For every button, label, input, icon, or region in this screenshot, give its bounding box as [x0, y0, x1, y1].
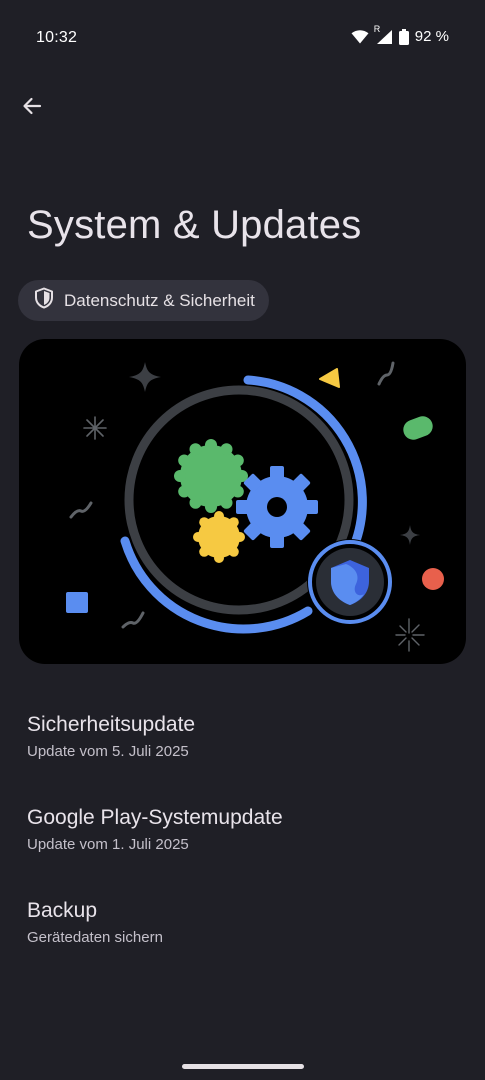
- battery-percent: 92 %: [414, 28, 449, 45]
- yellow-gear-blob: [193, 511, 245, 563]
- yellow-triangle: [319, 368, 340, 388]
- signal-roaming-icon: R: [374, 24, 393, 45]
- item-title: Sicherheitsupdate: [27, 713, 196, 736]
- status-time: 10:32: [36, 29, 78, 46]
- item-title: Google Play-Systemupdate: [27, 806, 283, 829]
- sparkle-icon: [129, 362, 161, 392]
- sparkle-icon: [400, 525, 420, 545]
- squiggle-icon: [69, 501, 93, 519]
- battery-icon: [398, 28, 409, 45]
- gear-icon: [236, 466, 318, 548]
- chip-label: Datenschutz & Sicherheit: [64, 290, 255, 310]
- back-button[interactable]: [14, 90, 50, 126]
- list-item-backup[interactable]: Backup Gerätedaten sichern: [27, 898, 458, 948]
- burst-icon: [83, 416, 107, 440]
- page-title: System & Updates: [27, 203, 362, 247]
- system-updates-illustration: [19, 339, 466, 664]
- arrow-back-icon: [22, 96, 42, 121]
- privacy-security-chip[interactable]: Datenschutz & Sicherheit: [18, 280, 269, 321]
- roaming-mark: R: [373, 23, 381, 34]
- list-item-play-system-update[interactable]: Google Play-Systemupdate Update vom 1. J…: [27, 805, 458, 855]
- status-icons: R 92 %: [351, 24, 449, 45]
- blue-square: [66, 592, 88, 613]
- wifi-icon: [351, 29, 369, 44]
- list-item-security-update[interactable]: Sicherheitsupdate Update vom 5. Juli 202…: [27, 712, 458, 762]
- shield-icon: [34, 287, 54, 314]
- item-title: Backup: [27, 899, 98, 922]
- gesture-nav-handle[interactable]: [182, 1064, 304, 1069]
- item-subtitle: Gerätedaten sichern: [27, 929, 163, 946]
- burst-icon: [395, 618, 425, 652]
- item-subtitle: Update vom 1. Juli 2025: [27, 836, 189, 853]
- squiggle-icon: [121, 611, 145, 629]
- red-dot: [422, 568, 444, 590]
- item-subtitle: Update vom 5. Juli 2025: [27, 743, 189, 760]
- status-bar: 10:32 R 92 %: [0, 0, 485, 78]
- green-pill: [403, 416, 433, 440]
- squiggle-icon: [377, 361, 395, 386]
- shield-icon: [307, 539, 393, 625]
